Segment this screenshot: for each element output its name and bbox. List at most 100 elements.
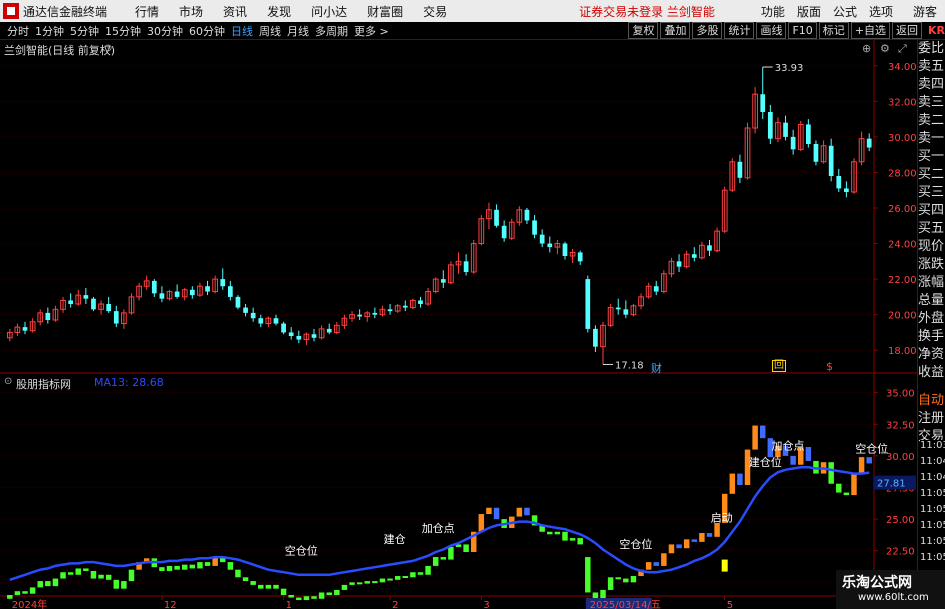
indicator-bar (585, 557, 591, 593)
expand-icon[interactable]: ⤢ (898, 42, 907, 56)
period-weekly[interactable]: 周线 (259, 23, 281, 39)
sub-y-label: 32.50 (886, 420, 915, 431)
indicator-bar (630, 576, 637, 583)
candle-body (189, 289, 195, 296)
finance-marker[interactable]: 财 (651, 360, 662, 376)
side-panel-item[interactable]: 现价 (918, 238, 945, 256)
multi-stock-button[interactable]: 多股 (692, 22, 723, 39)
indicator-bar (851, 473, 857, 496)
indicator-bar (516, 507, 523, 517)
side-panel-item[interactable]: 卖一 (918, 130, 945, 148)
side-panel-item[interactable]: 涨幅 (918, 274, 945, 292)
sub-chart-settings-icon[interactable]: ⊙ (4, 376, 12, 387)
adjust-price-button[interactable]: 复权 (628, 22, 659, 39)
period-60min[interactable]: 60分钟 (189, 23, 225, 39)
side-panel-item[interactable]: 买二 (918, 166, 945, 184)
period-monthly[interactable]: 月线 (287, 23, 309, 39)
main-chart-settings-icon[interactable]: ⊙ (104, 43, 112, 54)
indicator-bar (448, 546, 454, 560)
period-multi[interactable]: 多周期 (315, 23, 348, 39)
mark-button[interactable]: 标记 (818, 22, 849, 39)
side-panel-item[interactable]: 买四 (918, 202, 945, 220)
menu-item-market[interactable]: 行情 (135, 3, 159, 20)
indicator-bar (364, 581, 370, 584)
side-panel-item[interactable]: 收益 (918, 364, 945, 382)
menu-item-community[interactable]: 财富圈 (367, 3, 403, 20)
side-panel-item[interactable]: 总量 (918, 292, 945, 310)
side-panel-item[interactable]: 涨跌 (918, 256, 945, 274)
menu-item-discover[interactable]: 发现 (267, 3, 291, 20)
period-intraday[interactable]: 分时 (7, 23, 29, 39)
indicator-bar (668, 544, 675, 554)
period-1min[interactable]: 1分钟 (35, 23, 64, 39)
period-5min[interactable]: 5分钟 (70, 23, 99, 39)
signal-annotation: 启动 (711, 512, 733, 525)
side-panel-item[interactable]: 净资 (918, 346, 945, 364)
chart-area[interactable]: 34.00 32.00 30.00 28.00 26.00 24.00 22.00 20.00… (0, 40, 917, 609)
statistics-button[interactable]: 统计 (724, 22, 755, 39)
candle-body (577, 252, 583, 262)
period-15min[interactable]: 15分钟 (105, 23, 141, 39)
indicator-bar (623, 578, 629, 583)
indicator-bar (258, 584, 264, 589)
settings-icon[interactable]: ⚙ (880, 42, 890, 55)
indicator-bar (280, 588, 287, 595)
period-30min[interactable]: 30分钟 (147, 23, 183, 39)
side-panel-item[interactable]: 换手 (918, 328, 945, 346)
x-axis-label: 3 (483, 600, 489, 609)
zoom-icon[interactable]: ⊕ (862, 42, 871, 55)
indicator-bar (836, 483, 842, 493)
indicator-bar (250, 581, 256, 585)
side-panel-item[interactable]: 买三 (918, 184, 945, 202)
draw-line-button[interactable]: 画线 (756, 22, 787, 39)
indicator-bar (288, 595, 294, 598)
side-panel-item[interactable]: 卖三 (918, 94, 945, 112)
buyback-marker[interactable]: 回 (772, 360, 786, 372)
menu-item-trade[interactable]: 交易 (423, 3, 447, 20)
side-panel-item[interactable]: 卖二 (918, 112, 945, 130)
sub-y-label: 25.00 (886, 515, 915, 526)
menu-item-function[interactable]: 功能 (761, 3, 785, 20)
candle-body (539, 234, 545, 244)
candle-body (790, 136, 796, 150)
add-watchlist-button[interactable]: +自选 (850, 22, 890, 39)
side-panel-item[interactable]: 买五 (918, 220, 945, 238)
indicator-bar (691, 539, 698, 542)
period-more[interactable]: 更多 > (354, 23, 389, 39)
back-button[interactable]: 返回 (892, 22, 922, 39)
indicator-bar (235, 569, 241, 578)
overlay-button[interactable]: 叠加 (660, 22, 691, 39)
side-panel-item[interactable]: 卖五 (918, 58, 945, 76)
indicator-bar (569, 538, 576, 541)
candle-body (805, 124, 811, 144)
menu-item-options[interactable]: 选项 (869, 3, 893, 20)
login-notice[interactable]: 证券交易未登录 兰剑智能 (579, 3, 715, 20)
guest-user[interactable]: 游客 (913, 3, 937, 20)
main-y-label: 32.00 (888, 97, 917, 108)
side-panel-item[interactable]: 买一 (918, 148, 945, 166)
menu-item-formula[interactable]: 公式 (833, 3, 857, 20)
candle-body (767, 112, 773, 139)
side-panel-item[interactable]: 外盘 (918, 310, 945, 328)
menu-item-markets[interactable]: 市场 (179, 3, 203, 20)
sub-y-label: 30.00 (886, 452, 915, 463)
side-panel-item[interactable]: 自动 (918, 392, 945, 410)
tick-time: 11:05 (920, 504, 945, 515)
side-panel-item[interactable]: 委比 (918, 40, 945, 58)
current-value-label: 27.81 (877, 479, 906, 490)
indicator-bar (318, 592, 325, 599)
indicator-bar (341, 584, 348, 590)
period-daily[interactable]: 日线 (231, 23, 253, 39)
side-panel-item[interactable]: 卖四 (918, 76, 945, 94)
period-toolbar: 分时 1分钟 5分钟 15分钟 30分钟 60分钟 日线 周线 月线 多周期 更… (0, 22, 945, 40)
indicator-bar (805, 447, 812, 461)
menu-item-ask[interactable]: 问小达 (311, 3, 347, 20)
side-panel-item[interactable]: 注册 (918, 410, 945, 428)
menu-item-news[interactable]: 资讯 (223, 3, 247, 20)
f10-button[interactable]: F10 (788, 22, 817, 39)
low-price-label: 17.18 (615, 360, 644, 371)
candle-body (615, 307, 621, 310)
menu-item-layout[interactable]: 版面 (797, 3, 821, 20)
dividend-marker[interactable]: $ (826, 360, 833, 373)
indicator-bar (661, 553, 667, 566)
